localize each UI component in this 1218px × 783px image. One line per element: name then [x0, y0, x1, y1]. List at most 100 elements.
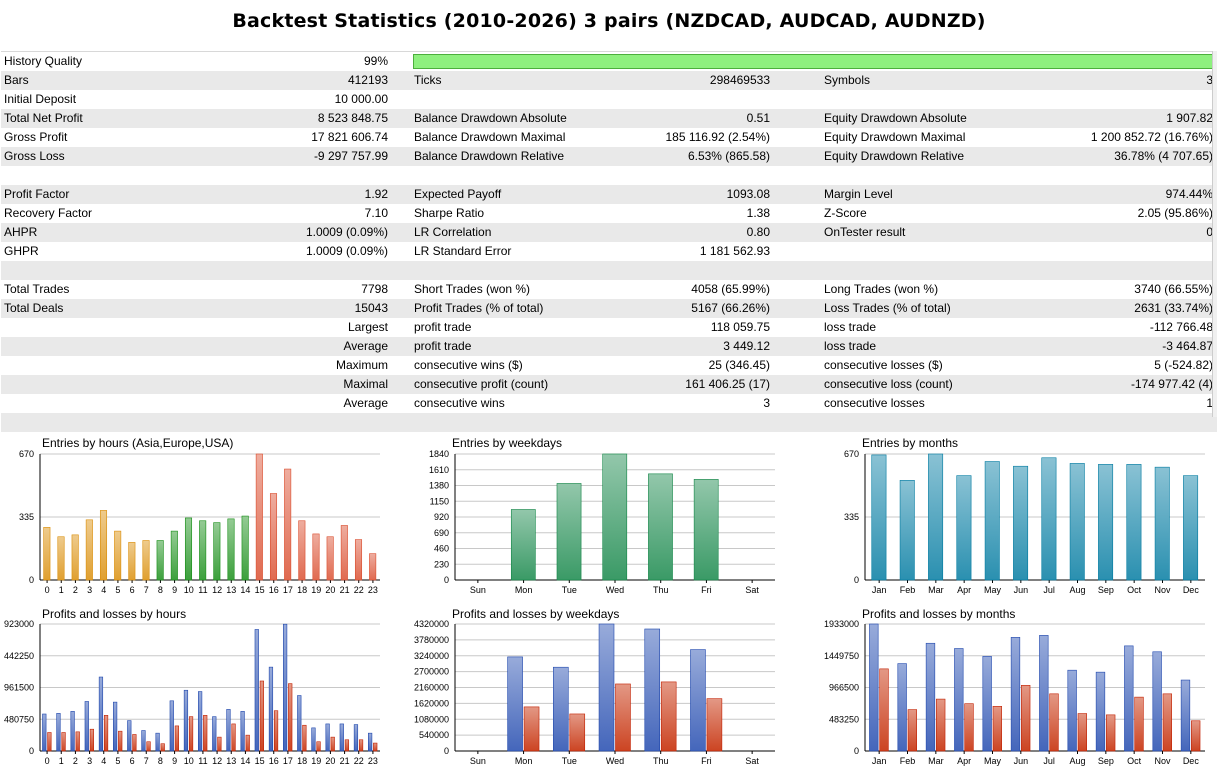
- loss-bar: [569, 713, 586, 752]
- bar: [899, 480, 915, 581]
- x-tick-label: 19: [311, 585, 321, 595]
- bar: [284, 468, 292, 581]
- loss-bar: [61, 732, 66, 752]
- loss-bar: [302, 724, 307, 752]
- stat-value-3: 3740 (66.55%): [1134, 282, 1213, 296]
- stats-row: [1, 261, 1217, 280]
- stat-value-2: 25 (346.45): [708, 358, 770, 372]
- chart-svg: 04807509615004422509230000 1 2 3 4 5 6 7 8 9 10 11 1…: [4, 619, 380, 766]
- profit-bar: [982, 656, 992, 752]
- loss-bar: [1106, 714, 1116, 752]
- stat-value-1: [151, 413, 388, 432]
- profit-bar: [56, 713, 61, 752]
- stats-row: Largest profit trade 118 059.75 loss trade -…: [1, 318, 1217, 337]
- stats-row: AHPR 1.0009 (0.09%) LR Correlation 0.80 OnTe…: [1, 223, 1217, 242]
- loss-bar: [103, 715, 109, 752]
- x-tick-label: 2: [73, 756, 78, 766]
- profit-bar: [869, 623, 879, 752]
- x-tick-label: Tue: [562, 756, 577, 766]
- stats-row: [1, 413, 1217, 432]
- x-tick-label: 3: [87, 756, 92, 766]
- profit-bar: [1124, 645, 1134, 752]
- stats-row: Average consecutive wins 3 consecutive loss…: [1, 394, 1217, 413]
- stat-value-1: 7798: [361, 282, 388, 296]
- loss-bar: [118, 730, 123, 752]
- stats-row: GHPR 1.0009 (0.09%) LR Standard Error 1 181…: [1, 242, 1217, 261]
- profit-bar: [1010, 637, 1021, 752]
- stat-value-1: Average: [343, 396, 388, 410]
- x-tick-label: 5: [115, 585, 120, 595]
- stat-value-1: Maximum: [335, 358, 388, 372]
- x-tick-label: Nov: [1154, 756, 1171, 766]
- x-tick-label: Jul: [1043, 585, 1055, 595]
- profit-bar: [198, 691, 203, 752]
- profit-bar: [70, 711, 75, 752]
- profit-bar: [325, 723, 330, 752]
- chart-profits-losses-by-hours: Profits and losses by hours 0 480750 961500…: [0, 603, 400, 783]
- stat-value-3: 36.78% (4 707.65): [1114, 149, 1213, 163]
- x-tick-label: 18: [297, 756, 307, 766]
- y-tick-label: 442250: [4, 651, 34, 661]
- x-tick-label: May: [984, 756, 1002, 766]
- x-tick-label: 20: [325, 756, 335, 766]
- profit-bar: [339, 723, 344, 752]
- y-tick-label: 335: [19, 512, 34, 522]
- loss-bar: [1162, 693, 1172, 752]
- loss-bar: [188, 716, 194, 752]
- x-tick-label: 20: [325, 585, 335, 595]
- bar: [184, 517, 193, 581]
- profit-bar: [98, 676, 104, 752]
- bar: [928, 453, 944, 581]
- stat-value-3: 1: [1206, 396, 1213, 410]
- stat-value-3: 2631 (33.74%): [1134, 301, 1213, 315]
- loss-bar: [1134, 696, 1144, 752]
- x-tick-label: 4: [101, 585, 106, 595]
- history-quality-row: History Quality 99%: [1, 52, 1217, 71]
- x-tick-label: 6: [130, 585, 135, 595]
- stat-value-1: -9 297 757.99: [313, 149, 388, 163]
- x-tick-label: Wed: [606, 756, 624, 766]
- y-tick-label: 2160000: [414, 683, 449, 693]
- stat-value-2: 161 406.25 (17): [685, 377, 770, 391]
- loss-bar: [146, 741, 151, 752]
- x-tick-label: Jun: [1014, 585, 1029, 595]
- bar: [1154, 466, 1170, 581]
- scrollbar[interactable]: [1212, 51, 1217, 417]
- x-tick-label: Jun: [1014, 756, 1029, 766]
- x-tick-label: Aug: [1069, 585, 1085, 595]
- bar: [255, 453, 263, 581]
- profit-bar: [141, 730, 146, 752]
- y-tick-label: 1933000: [824, 619, 859, 629]
- loss-bar: [273, 710, 279, 752]
- y-tick-label: 0: [444, 575, 449, 585]
- bar: [1013, 465, 1029, 581]
- x-tick-label: Sep: [1098, 756, 1114, 766]
- x-tick-label: Fri: [701, 756, 712, 766]
- chart-entries-by-months: Entries by months 0 335 670 Jan Feb Mar Apr May J…: [820, 432, 1218, 602]
- x-tick-label: 12: [212, 756, 222, 766]
- loss-bar: [907, 709, 917, 752]
- x-tick-label: Apr: [957, 585, 971, 595]
- y-tick-label: 335: [844, 512, 859, 522]
- x-tick-label: 16: [269, 756, 279, 766]
- stats-row: Gross Profit 17 821 606.74 Balance Drawdow…: [1, 128, 1217, 147]
- profit-bar: [183, 689, 189, 752]
- stat-value-1: 1.0009 (0.09%): [305, 225, 388, 239]
- x-tick-label: Oct: [1127, 756, 1142, 766]
- x-tick-label: Jan: [872, 756, 887, 766]
- x-tick-label: 23: [368, 585, 378, 595]
- stats-row: Total Trades 7798 Short Trades (won %) 4058…: [1, 280, 1217, 299]
- loss-bar: [132, 734, 137, 752]
- loss-bar: [1191, 720, 1201, 752]
- y-tick-label: 966500: [829, 683, 859, 693]
- y-tick-label: 1080000: [414, 714, 449, 724]
- stat-value-2: 185 116.92 (2.54%): [665, 130, 770, 144]
- stat-value-3: 0: [1206, 225, 1213, 239]
- x-tick-label: 21: [340, 756, 350, 766]
- x-tick-label: 18: [297, 585, 307, 595]
- profit-bar: [84, 701, 89, 752]
- stats-row: [1, 166, 1217, 185]
- stat-value-1: Largest: [347, 320, 388, 334]
- bar: [602, 453, 628, 581]
- chart-svg: 0 540000 1080000 1620000 2160000 2700000 32400…: [414, 619, 775, 766]
